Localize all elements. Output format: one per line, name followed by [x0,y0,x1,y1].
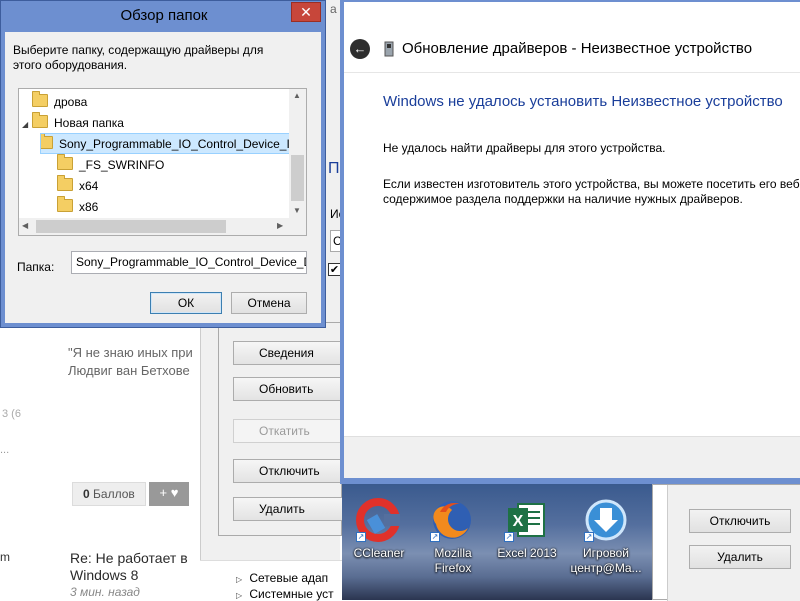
device-tree-fragment: ▷ Сетевые адап ▷ Системные уст [200,560,342,601]
tree-item-x86[interactable]: x86 [57,196,99,217]
dialog-prompt: Выберите папку, содержащую драйверы для … [13,43,264,72]
expand-arrow-icon: ▷ [236,591,243,600]
folder-icon [57,175,73,191]
desktop-icon-ccleaner[interactable]: ↗ CCleaner [344,496,414,576]
folder-icon [57,196,73,212]
ok-button[interactable]: ОК [150,292,222,314]
tree-item-x64[interactable]: x64 [57,175,99,196]
folder-icon [32,91,48,107]
tree-item-system[interactable]: ▷ Системные уст [236,587,334,601]
author-fragment: m [0,550,10,564]
svg-text:X: X [513,513,524,530]
wizard-footer [344,436,800,478]
folder-tree[interactable]: дрова ◢ Новая папка ◢Sony_Programmable_IO… [18,88,307,236]
meta-fragment: 3 (6 [2,408,21,420]
tree-item-label: Новая папка [54,116,124,130]
reply-title-line-1[interactable]: Re: Не работает в [70,550,198,567]
device-icon [384,41,394,57]
quote-line-2: Людвиг ван Бетхове [68,363,190,378]
desktop-icon-game-center[interactable]: ↗ Игровой центр@Ma... [568,496,644,576]
vertical-scroll-thumb[interactable] [291,155,304,201]
wizard-title-divider [344,72,800,73]
scrollbar-corner [289,218,306,235]
tree-item-fs-swrinfo[interactable]: _FS_SWRINFO [57,154,165,175]
back-button[interactable]: ← [350,39,370,59]
scroll-down-arrow-icon[interactable]: ▼ [293,206,301,215]
collapse-arrow-icon: ◢ [22,120,29,129]
points-value: 0 [83,487,90,501]
desktop-icon-label: Excel 2013 [497,546,557,560]
disable-button[interactable]: Отключить [233,459,343,483]
folder-icon [41,134,53,149]
wizard-content: ← Обновление драйверов - Неизвестное уст… [344,2,800,478]
right-disable-button[interactable]: Отключить [689,509,791,533]
desktop-icon-label: CCleaner [353,546,405,560]
points-label: Баллов [93,487,135,501]
right-properties-window: Отключить Удалить [652,484,800,601]
desktop-icon-firefox[interactable]: ↗ Mozilla Firefox [418,496,488,576]
desktop-icon-label: Mozilla Firefox [434,546,472,575]
tree-item-label: дрова [54,95,88,109]
desktop-icon-excel[interactable]: X ↗ Excel 2013 [492,496,562,576]
tree-item-drova[interactable]: дрова [22,91,88,112]
wizard-advice-line-1: Если известен изготовитель этого устройс… [383,177,800,191]
close-button[interactable]: ✕ [291,2,321,22]
tree-item-label: x86 [79,200,99,214]
wizard-title: Обновление драйверов - Неизвестное устро… [402,40,753,57]
folder-path-input[interactable]: Sony_Programmable_IO_Control_Device_Driv… [71,251,307,274]
desktop-icon-label: Игровой центр@Ma... [570,546,642,575]
uninstall-button[interactable]: Удалить [233,497,343,521]
quote-line-1: "Я не знаю иных при [68,345,193,360]
tree-item-network[interactable]: ▷ Сетевые адап [236,571,328,585]
tab-fragment: а [330,2,337,16]
wizard-advice-line-2: содержимое раздела поддержки на наличие … [383,192,743,206]
dialog-title: Обзор папок [120,7,208,24]
checkbox-check-icon: ✔ [329,264,340,276]
shortcut-arrow-icon: ↗ [356,532,366,542]
shortcut-arrow-icon: ↗ [430,532,440,542]
reply-time: 3 мин. назад [70,585,140,599]
details-button[interactable]: Сведения [233,341,343,365]
scroll-right-arrow-icon[interactable]: ▶ [277,221,283,230]
dialog-body: Выберите папку, содержащую драйверы для … [5,32,321,323]
shortcut-arrow-icon: ↗ [504,532,514,542]
wizard-message: Не удалось найти драйверы для этого устр… [383,141,666,155]
scroll-left-arrow-icon[interactable]: ◀ [22,221,28,230]
right-uninstall-button[interactable]: Удалить [689,545,791,569]
vertical-scrollbar[interactable]: ▲ ▼ [289,89,306,218]
device-properties-window: Сведения Обновить Откатить Отключить Уда… [218,322,343,536]
tree-item-network-label: Сетевые адап [249,571,329,585]
folder-label: Папка: [17,260,55,274]
folder-icon [32,112,48,128]
like-button[interactable]: + ♥ [149,482,189,506]
cancel-button[interactable]: Отмена [231,292,307,314]
rollback-button[interactable]: Откатить [233,419,343,443]
horizontal-scrollbar[interactable]: ◀ ▶ [19,218,289,235]
tree-item-label: _FS_SWRINFO [79,158,165,172]
tree-item-new-folder[interactable]: ◢ Новая папка [22,112,124,135]
scroll-up-arrow-icon[interactable]: ▲ [293,91,301,100]
tree-item-system-label: Системные уст [249,587,334,601]
desktop: ↗ CCleaner ↗ Mozilla Firefox X ↗ Excel 2… [342,484,652,600]
expand-arrow-icon: ▷ [236,575,243,584]
tree-item-label: x64 [79,179,99,193]
driver-update-wizard: ← Обновление драйверов - Неизвестное уст… [340,0,800,484]
horizontal-scroll-thumb[interactable] [36,220,226,233]
window-panel [667,485,800,601]
shortcut-arrow-icon: ↗ [584,532,594,542]
reply-title-line-2[interactable]: Windows 8 [70,567,138,584]
tree-item-label: Sony_Programmable_IO_Control_Device_I [59,137,290,151]
ellipsis-fragment: ... [0,444,10,456]
tree-item-sony-selected[interactable]: ◢Sony_Programmable_IO_Control_Device_I [40,133,290,154]
points-badge[interactable]: 0 Баллов [72,482,146,506]
update-button[interactable]: Обновить [233,377,343,401]
wizard-heading: Windows не удалось установить Неизвестно… [383,93,783,110]
browse-folder-dialog: Обзор папок ✕ Выберите папку, содержащую… [0,0,326,328]
folder-icon [57,154,73,170]
